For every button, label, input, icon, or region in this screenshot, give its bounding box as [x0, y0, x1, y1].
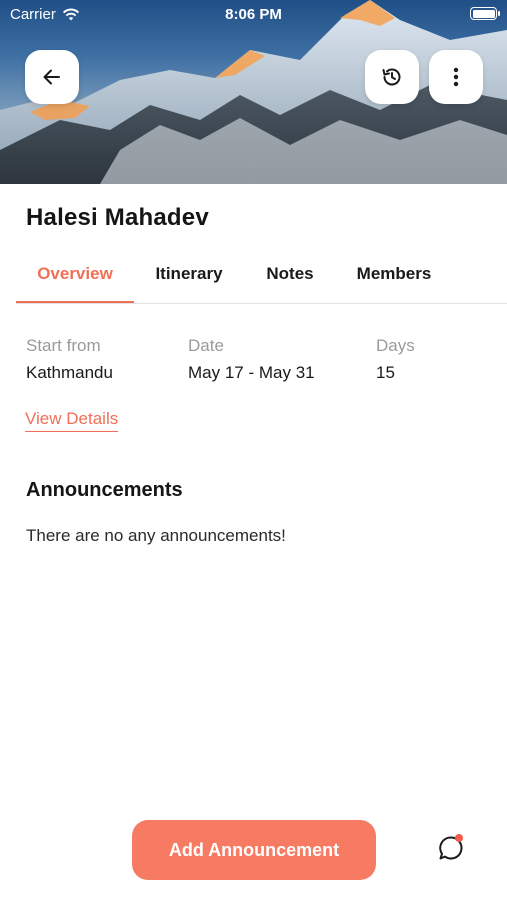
days-info: Days 15	[376, 336, 415, 383]
chat-button[interactable]	[434, 831, 468, 865]
announcements-empty-text: There are no any announcements!	[26, 526, 286, 545]
date-value: May 17 - May 31	[188, 363, 315, 382]
hero-image: Carrier 8:06 PM	[0, 0, 507, 184]
date-info: Date May 17 - May 31	[188, 336, 315, 383]
tab-itinerary[interactable]: Itinerary	[142, 256, 236, 303]
tab-notes[interactable]: Notes	[252, 256, 328, 303]
status-time: 8:06 PM	[225, 6, 282, 23]
tab-bar: Overview Itinerary Notes Members	[16, 256, 507, 304]
back-button[interactable]	[25, 50, 79, 104]
status-bar: Carrier 8:06 PM	[0, 0, 507, 28]
trip-title: Halesi Mahadev	[26, 204, 209, 231]
view-details-link[interactable]: View Details	[25, 409, 119, 432]
tab-members[interactable]: Members	[346, 256, 442, 303]
arrow-left-icon	[43, 69, 60, 85]
announcements-heading: Announcements	[26, 479, 183, 501]
battery-icon	[470, 7, 500, 20]
history-button[interactable]	[365, 50, 419, 104]
history-icon	[382, 68, 401, 86]
days-value: 15	[376, 363, 395, 382]
more-vertical-icon	[453, 67, 459, 87]
start-from-value: Kathmandu	[26, 363, 113, 382]
date-label: Date	[188, 336, 224, 355]
notification-dot	[455, 834, 463, 842]
more-options-button[interactable]	[429, 50, 483, 104]
start-from-label: Start from	[26, 336, 101, 355]
tab-overview[interactable]: Overview	[16, 256, 134, 303]
days-label: Days	[376, 336, 415, 355]
start-from-info: Start from Kathmandu	[26, 336, 113, 383]
add-announcement-button[interactable]: Add Announcement	[132, 820, 376, 880]
